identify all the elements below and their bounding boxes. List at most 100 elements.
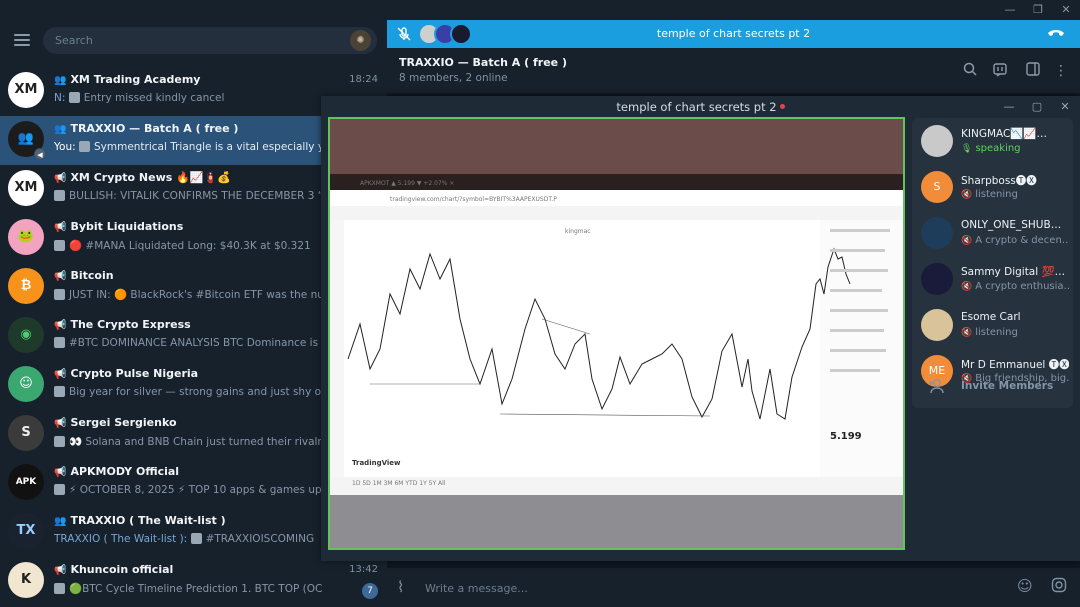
- group-icon: 👥: [54, 124, 67, 135]
- browser-tab-label: APKXMOT ▲ 5.199 ▼ +2.07% ×: [360, 180, 454, 187]
- chat-preview-text: Big year for silver — strong gains and j…: [69, 386, 322, 398]
- chat-avatar: APK: [8, 464, 44, 500]
- chat-title: 📢 APKMODY Official: [54, 465, 344, 478]
- chat-name[interactable]: TRAXXIO — Batch A ( free ): [399, 56, 567, 69]
- chat-title: 📢 Bybit Liquidations: [54, 220, 344, 233]
- camera-icon[interactable]: [1051, 577, 1067, 597]
- media-thumbnail-icon: [78, 141, 90, 152]
- channel-icon: 📢: [54, 271, 67, 282]
- chat-title: 👥 TRAXXIO ( The Wait-list ): [54, 514, 344, 527]
- participant-item[interactable]: KINGMAC📉📈… 🎙 speaking: [912, 118, 1073, 164]
- channel-icon: 📢: [54, 369, 67, 380]
- participant-avatar: [921, 217, 953, 249]
- media-thumbnail-icon: [54, 190, 65, 201]
- channel-icon: 📢: [54, 418, 67, 429]
- more-options-icon[interactable]: ⋮: [1052, 62, 1070, 80]
- search-box[interactable]: ✺: [43, 27, 377, 54]
- invite-members-label: Invite Members: [961, 380, 1054, 392]
- participant-name: ONLY_ONE_SHUB…: [961, 219, 1062, 231]
- add-user-icon: [928, 378, 946, 398]
- participant-status-text: listening: [975, 189, 1018, 200]
- menu-icon[interactable]: [14, 34, 30, 46]
- call-close-button[interactable]: ✕: [1055, 99, 1075, 115]
- chat-preview-text: 🟢BTC Cycle Timeline Prediction 1. BTC TO…: [69, 583, 322, 595]
- mic-off-icon: 🔇: [961, 282, 973, 292]
- media-thumbnail-icon: [54, 386, 65, 397]
- participant-avatar: [921, 309, 953, 341]
- account-avatar-icon[interactable]: ✺: [350, 30, 371, 51]
- app-root: — ❐ ✕ ✺ XM 👥XM Trading Academy 18:24 N: Ent…: [0, 0, 1080, 607]
- chat-preview-text: 🔴 #MANA Liquidated Long: $40.3K at $0.32…: [69, 240, 311, 252]
- video-chat-icon[interactable]: [991, 62, 1009, 80]
- voice-chat-window: temple of chart secrets pt 2 — ▢ ✕ APKXM…: [321, 96, 1080, 561]
- participant-item[interactable]: ONLY_ONE_SHUB… 🔇 A crypto & decen…: [912, 210, 1073, 256]
- chat-avatar: TX: [8, 513, 44, 549]
- chat-title: 📢 Khuncoin official: [54, 563, 344, 576]
- search-icon[interactable]: [961, 62, 979, 80]
- participant-item[interactable]: S Sharpboss🅣🅧 🔇 listening: [912, 164, 1073, 210]
- chat-title: 👥 XM Trading Academy: [54, 73, 344, 86]
- participant-item[interactable]: Esome Carl 🔇 listening: [912, 302, 1073, 348]
- sidebar-toggle-icon[interactable]: [1024, 62, 1042, 80]
- chat-preview: 🟢BTC Cycle Timeline Prediction 1. BTC TO…: [54, 582, 322, 595]
- chat-preview: ⚡ OCTOBER 8, 2025 ⚡ TOP 10 apps & games …: [54, 484, 322, 496]
- chat-preview: You: Symmentrical Triangle is a vital es…: [54, 141, 322, 153]
- participant-status: 🔇 A crypto enthusia…: [961, 281, 1069, 292]
- call-bar[interactable]: temple of chart secrets pt 2: [387, 20, 1080, 48]
- chat-preview: TRAXXIO ( The Wait-list ): #TRAXXIOISCOM…: [54, 533, 322, 545]
- participant-name: KINGMAC📉📈…: [961, 128, 1048, 140]
- message-input[interactable]: [425, 579, 985, 597]
- chat-time: 18:24: [349, 74, 378, 85]
- invite-members-button[interactable]: Invite Members: [912, 370, 1073, 404]
- participant-item[interactable]: Sammy Digital 💯… 🔇 A crypto enthusia…: [912, 256, 1073, 302]
- chat-title-text: Sergei Sergienko: [70, 416, 177, 429]
- call-minimize-button[interactable]: —: [999, 99, 1019, 115]
- muted-icon: ◀: [34, 148, 46, 160]
- call-restore-button[interactable]: ▢: [1027, 99, 1047, 115]
- shared-screen-frame: APKXMOT ▲ 5.199 ▼ +2.07% × tradingview.c…: [330, 119, 903, 548]
- participants-panel: KINGMAC📉📈… 🎙 speaking S Sharpboss🅣🅧 🔇 listenin…: [912, 118, 1073, 408]
- mic-off-icon: 🔇: [961, 328, 973, 338]
- chat-preview-sender: N:: [54, 92, 66, 104]
- chat-preview: 👀 Solana and BNB Chain just turned their…: [54, 435, 322, 448]
- unread-badge: 7: [362, 583, 378, 599]
- chat-preview-sender: TRAXXIO ( The Wait-list ):: [54, 533, 188, 545]
- screen-share-video[interactable]: APKXMOT ▲ 5.199 ▼ +2.07% × tradingview.c…: [328, 117, 905, 550]
- browser-url: tradingview.com/chart/?symbol=BYBIT%3AAP…: [390, 196, 557, 203]
- search-input[interactable]: [55, 32, 335, 49]
- group-icon: 👥: [54, 75, 67, 86]
- chat-title-text: Bybit Liquidations: [70, 220, 184, 233]
- chat-title-text: The Crypto Express: [70, 318, 191, 331]
- chat-time: 13:42: [349, 564, 378, 575]
- minimize-button[interactable]: —: [996, 2, 1024, 18]
- participant-avatar: [921, 125, 953, 157]
- chat-title: 📢 Crypto Pulse Nigeria: [54, 367, 344, 380]
- chat-avatar: XM: [8, 170, 44, 206]
- restore-button[interactable]: ❐: [1024, 2, 1052, 18]
- chat-avatar: ◉: [8, 317, 44, 353]
- participant-name: Sammy Digital 💯…: [961, 266, 1066, 278]
- chat-title: 📢 Sergei Sergienko: [54, 416, 344, 429]
- emoji-icon[interactable]: ☺: [1017, 577, 1033, 595]
- chat-header: TRAXXIO — Batch A ( free ) 8 members, 2 …: [387, 48, 1080, 94]
- chat-title: 👥 TRAXXIO — Batch A ( free ): [54, 122, 344, 135]
- group-icon: 👥: [54, 516, 67, 527]
- chat-title-text: Khuncoin official: [70, 563, 174, 576]
- tradingview-logo: TradingView: [352, 459, 401, 467]
- close-button[interactable]: ✕: [1052, 2, 1080, 18]
- chat-preview-text: #TRAXXIOISCOMING: [205, 533, 315, 545]
- hang-up-icon[interactable]: [1046, 26, 1066, 42]
- chat-preview: N: Entry missed kindly cancel: [54, 92, 322, 104]
- mic-off-icon: 🔇: [961, 236, 973, 246]
- tv-chart-title: kingmac: [565, 228, 591, 235]
- chat-preview-text: ⚡ OCTOBER 8, 2025 ⚡ TOP 10 apps & games …: [69, 484, 322, 496]
- window-title-bar: — ❐ ✕: [0, 0, 1080, 20]
- chat-title: 📢 XM Crypto News 🔥📈🧯💰: [54, 171, 344, 184]
- chat-title-text: APKMODY Official: [70, 465, 180, 478]
- chat-preview-text: Entry missed kindly cancel: [83, 92, 225, 104]
- chat-avatar: ☺: [8, 366, 44, 402]
- attach-icon[interactable]: ⌇: [397, 578, 404, 596]
- chat-list-item[interactable]: K 📢 Khuncoin official 13:42 🟢BTC Cycle Timel…: [0, 557, 386, 606]
- chat-preview: 🔴 #MANA Liquidated Long: $40.3K at $0.32…: [54, 239, 322, 252]
- chat-preview-text: 👀 Solana and BNB Chain just turned their…: [69, 436, 322, 448]
